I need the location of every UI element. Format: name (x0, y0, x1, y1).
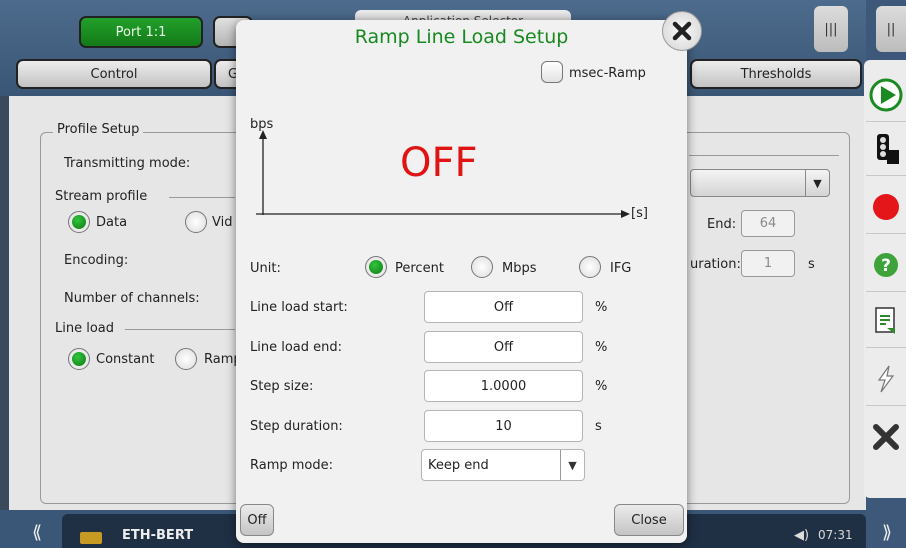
line-load-title: Line load (55, 321, 115, 336)
panel-tab-icon[interactable]: ||| (814, 6, 848, 52)
dialog-title: Ramp Line Load Setup (354, 26, 569, 48)
speaker-icon: ◀) (794, 528, 810, 543)
line-load-end-label: Line load end: (250, 340, 343, 355)
app-name: ETH-BERT (122, 528, 194, 543)
divider (689, 155, 839, 156)
module-icon (80, 532, 102, 544)
exit-button[interactable] (866, 410, 906, 464)
encoding-label: Encoding: (64, 253, 129, 268)
line-load-start-label: Line load start: (250, 300, 348, 315)
end-field[interactable]: 64 (741, 210, 795, 237)
step-duration-label: Step duration: (250, 419, 343, 434)
ramp-radio-label: Ramp (204, 352, 236, 367)
report-button[interactable] (866, 294, 906, 348)
transmitting-mode-select[interactable]: ▼ (690, 169, 830, 197)
duration-unit: s (808, 257, 815, 272)
help-button[interactable]: ? (866, 238, 906, 292)
transmitting-mode-label: Transmitting mode: (64, 156, 191, 171)
start-test-button[interactable] (866, 68, 906, 122)
step-size-unit: % (595, 379, 608, 394)
divider (125, 329, 235, 330)
duration-field[interactable]: 1 (741, 250, 795, 277)
line-load-start-field[interactable]: Off (424, 291, 583, 323)
mbps-radio[interactable] (471, 256, 493, 278)
video-radio-label: Vid (212, 215, 233, 230)
nav-right-icon[interactable]: ⟫ (868, 516, 906, 548)
line-load-end-unit: % (595, 340, 608, 355)
step-size-field[interactable]: 1.0000 (424, 370, 583, 402)
traffic-light-button[interactable] (866, 122, 906, 176)
unit-label: Unit: (250, 261, 281, 276)
stream-profile-title: Stream profile (55, 189, 148, 204)
close-icon (672, 21, 692, 41)
svg-text:?: ? (881, 256, 891, 276)
ifg-radio[interactable] (579, 256, 601, 278)
duration-label: uration: (690, 257, 741, 272)
data-radio[interactable] (68, 211, 90, 233)
tab-control[interactable]: Control (16, 59, 212, 89)
step-duration-field[interactable]: 10 (424, 410, 583, 442)
constant-radio[interactable] (68, 348, 90, 370)
record-button[interactable] (866, 180, 906, 234)
ramp-mode-label: Ramp mode: (250, 458, 334, 473)
record-icon (873, 193, 899, 220)
chart-status-text: OFF (400, 140, 478, 186)
divider (169, 197, 235, 198)
inject-error-button[interactable] (866, 352, 906, 406)
ramp-mode-select[interactable]: Keep end ▼ (421, 449, 585, 481)
msec-ramp-label: msec-Ramp (569, 66, 646, 81)
step-size-label: Step size: (250, 379, 314, 394)
off-button[interactable]: Off (240, 504, 274, 536)
report-icon (875, 306, 895, 334)
video-radio[interactable] (185, 211, 207, 233)
dialog-close-button[interactable] (662, 11, 702, 51)
profile-setup-title: Profile Setup (53, 122, 144, 137)
nav-left-icon[interactable]: ⟪ (18, 516, 56, 548)
ifg-radio-label: IFG (610, 261, 632, 276)
ramp-mode-value: Keep end (428, 458, 489, 473)
close-icon (873, 424, 899, 450)
chart-x-label: [s] (631, 206, 648, 221)
ramp-line-load-dialog: Ramp Line Load Setup msec-Ramp bps [s] O… (236, 20, 687, 543)
number-of-channels-label: Number of channels: (64, 291, 200, 306)
msec-ramp-checkbox[interactable] (541, 61, 563, 83)
traffic-light-icon (877, 133, 899, 164)
port-button[interactable]: Port 1:1 (79, 16, 203, 48)
percent-radio[interactable] (365, 256, 387, 278)
chevron-down-icon: ▼ (805, 170, 829, 196)
ramp-radio[interactable] (175, 348, 197, 370)
chevron-down-icon: ▼ (560, 450, 584, 480)
end-label: End: (707, 217, 737, 232)
percent-radio-label: Percent (395, 261, 444, 276)
clock: 07:31 (818, 528, 853, 542)
line-load-start-unit: % (595, 300, 608, 315)
panel-tab-icon[interactable]: || (876, 6, 906, 52)
mbps-radio-label: Mbps (502, 261, 537, 276)
close-button[interactable]: Close (614, 504, 684, 536)
tab-thresholds[interactable]: Thresholds (690, 59, 862, 89)
line-load-end-field[interactable]: Off (424, 331, 583, 363)
play-icon (869, 78, 903, 111)
lightning-icon (877, 365, 895, 392)
constant-radio-label: Constant (96, 352, 155, 367)
step-duration-unit: s (595, 419, 602, 434)
data-radio-label: Data (96, 215, 128, 230)
help-icon: ? (874, 252, 898, 277)
